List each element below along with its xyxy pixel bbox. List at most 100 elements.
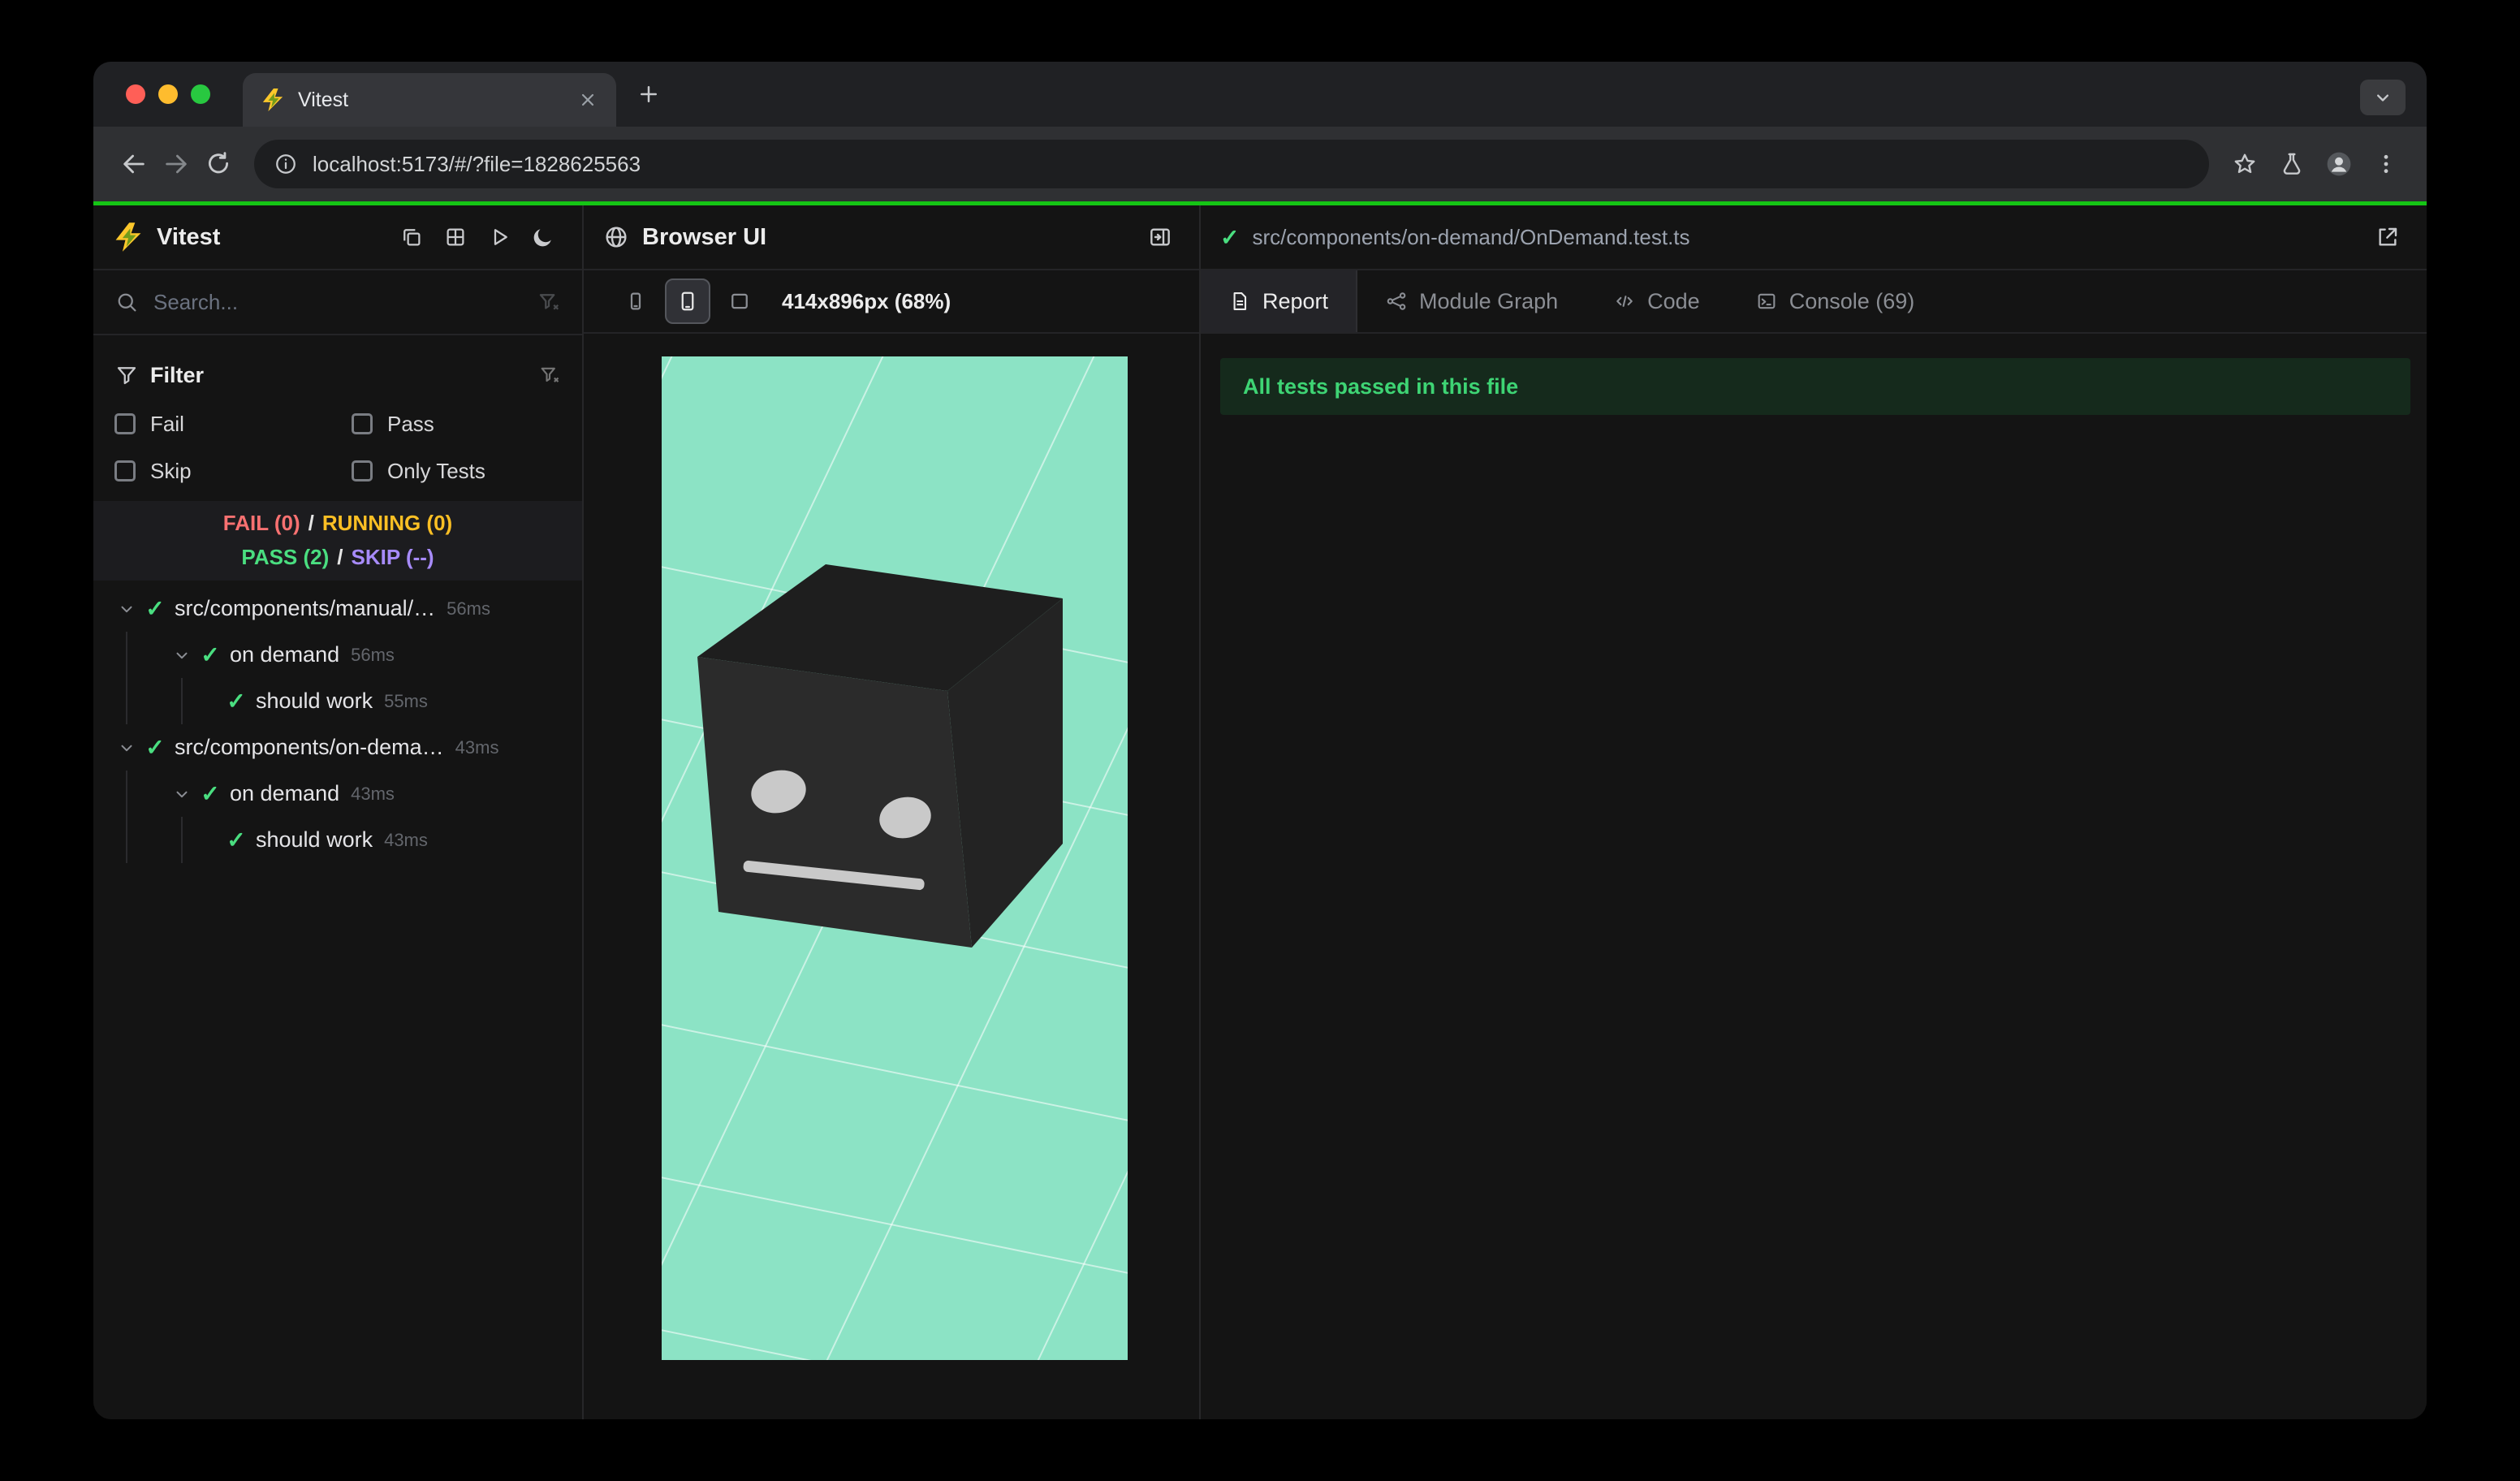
minimize-window-button[interactable] <box>158 84 178 104</box>
tree-row-test[interactable]: ✓ should work 55ms <box>93 678 582 724</box>
tab-report[interactable]: Report <box>1201 270 1358 332</box>
back-icon[interactable] <box>113 143 155 185</box>
browser-ui-panel: Browser UI 414x896px (68%) <box>584 205 1201 1419</box>
all-tests-passed-banner: All tests passed in this file <box>1220 358 2410 415</box>
filter-option-skip[interactable]: Skip <box>114 447 352 494</box>
tab-search-chevron-button[interactable] <box>2360 80 2406 115</box>
profile-avatar-icon[interactable] <box>2318 143 2360 185</box>
report-file-icon <box>1228 290 1251 313</box>
tree-row-file[interactable]: ✓ src/components/on-dema… 43ms <box>93 724 582 771</box>
pass-check-icon: ✓ <box>145 596 165 621</box>
clear-filter-icon[interactable] <box>537 290 561 314</box>
bookmark-star-icon[interactable] <box>2224 143 2266 185</box>
pass-check-icon: ✓ <box>145 735 165 760</box>
running-count: RUNNING (0) <box>321 511 453 535</box>
search-input[interactable] <box>152 288 524 316</box>
tab-strip: Vitest <box>93 62 2427 127</box>
checkbox-icon[interactable] <box>352 460 373 481</box>
url-text: localhost:5173/#/?file=1828625563 <box>313 151 641 176</box>
tree-row-suite[interactable]: ✓ on demand 43ms <box>93 771 582 817</box>
new-tab-button[interactable] <box>626 71 671 117</box>
3d-scene <box>662 356 1128 1360</box>
chevron-down-icon[interactable] <box>168 785 196 803</box>
code-icon <box>1613 290 1636 313</box>
run-all-play-icon[interactable] <box>480 218 519 257</box>
pass-check-icon: ✓ <box>227 689 246 714</box>
sidebar: Vitest Search... Filter Fail Pass Skip O… <box>93 205 584 1419</box>
dark-mode-moon-icon[interactable] <box>524 218 563 257</box>
search-icon <box>114 290 139 314</box>
vitest-logo-icon <box>113 222 144 253</box>
close-window-button[interactable] <box>126 84 145 104</box>
site-info-icon[interactable] <box>274 152 298 176</box>
tree-row-test[interactable]: ✓ should work 43ms <box>93 817 582 863</box>
tab-close-icon[interactable] <box>577 89 598 110</box>
open-external-icon[interactable] <box>2368 218 2407 257</box>
tab-title: Vitest <box>298 88 349 111</box>
address-bar[interactable]: localhost:5173/#/?file=1828625563 <box>254 140 2209 188</box>
skip-count: SKIP (--) <box>351 545 434 569</box>
console-icon <box>1755 290 1778 313</box>
search-row <box>93 270 582 335</box>
browser-ui-title: Browser UI <box>642 223 767 250</box>
test-tree: ✓ src/components/manual/… 56ms ✓ on dema… <box>93 581 582 1419</box>
filter-funnel-icon <box>114 363 139 387</box>
checkbox-icon[interactable] <box>352 413 373 434</box>
report-header: ✓ src/components/on-demand/OnDemand.test… <box>1201 205 2427 270</box>
chevron-down-icon[interactable] <box>168 646 196 664</box>
app-title: Vitest <box>157 223 221 250</box>
zoom-window-button[interactable] <box>191 84 210 104</box>
pass-count: PASS (2) <box>241 545 330 569</box>
pass-check-icon: ✓ <box>201 781 220 806</box>
device-toolbar: 414x896px (68%) <box>584 270 1199 334</box>
globe-icon <box>603 224 629 250</box>
module-graph-icon <box>1385 290 1408 313</box>
collapse-panels-icon[interactable] <box>392 218 431 257</box>
experiments-flask-icon[interactable] <box>2271 143 2313 185</box>
pass-check-icon: ✓ <box>227 827 246 853</box>
reload-icon[interactable] <box>197 143 239 185</box>
filter-title: Filter <box>150 362 205 387</box>
device-tablet-icon[interactable] <box>717 278 762 324</box>
forward-icon[interactable] <box>155 143 197 185</box>
checkbox-icon[interactable] <box>114 460 136 481</box>
filter-option-only-tests[interactable]: Only Tests <box>352 447 561 494</box>
menu-dots-icon[interactable] <box>2365 143 2407 185</box>
summary-line-2: PASS (2) / SKIP (--) <box>241 545 434 569</box>
indent-guide <box>181 817 183 863</box>
tab-module-graph[interactable]: Module Graph <box>1357 270 1586 332</box>
report-panel: ✓ src/components/on-demand/OnDemand.test… <box>1201 205 2427 1419</box>
pass-check-icon: ✓ <box>1220 224 1240 250</box>
preview-area <box>584 334 1199 1419</box>
chevron-down-icon[interactable] <box>113 739 140 757</box>
open-panel-right-icon[interactable] <box>1141 218 1180 257</box>
tree-row-suite[interactable]: ✓ on demand 56ms <box>93 632 582 678</box>
fail-count: FAIL (0) <box>222 511 300 535</box>
viewport-size-label: 414x896px (68%) <box>782 288 951 313</box>
tree-row-file[interactable]: ✓ src/components/manual/… 56ms <box>93 585 582 632</box>
filter-option-fail[interactable]: Fail <box>114 400 352 447</box>
filter-block: Filter Fail Pass Skip Only Tests <box>93 335 582 501</box>
filter-clear-icon[interactable] <box>538 364 561 386</box>
dashboard-grid-icon[interactable] <box>436 218 475 257</box>
device-phone-active-icon[interactable] <box>665 278 710 324</box>
device-phone-small-icon[interactable] <box>613 278 658 324</box>
indent-guide <box>181 678 183 724</box>
browser-tab[interactable]: Vitest <box>243 73 616 127</box>
chevron-down-icon[interactable] <box>113 600 140 618</box>
summary-line-1: FAIL (0) / RUNNING (0) <box>222 511 453 535</box>
indent-guide <box>126 632 127 724</box>
vitest-favicon-icon <box>261 88 285 112</box>
filter-option-pass[interactable]: Pass <box>352 400 561 447</box>
tab-code[interactable]: Code <box>1586 270 1728 332</box>
checkbox-icon[interactable] <box>114 413 136 434</box>
browser-ui-header: Browser UI <box>584 205 1199 270</box>
tab-console[interactable]: Console (69) <box>1728 270 1943 332</box>
report-tabs: Report Module Graph Code Console (69) <box>1201 270 2427 334</box>
robot-cube <box>697 564 1063 948</box>
app-preview-iframe[interactable] <box>662 356 1128 1360</box>
browser-toolbar: localhost:5173/#/?file=1828625563 <box>93 127 2427 201</box>
sidebar-header: Vitest <box>93 205 582 270</box>
traffic-lights <box>126 84 210 104</box>
test-file-path: src/components/on-demand/OnDemand.test.t… <box>1252 224 1690 249</box>
